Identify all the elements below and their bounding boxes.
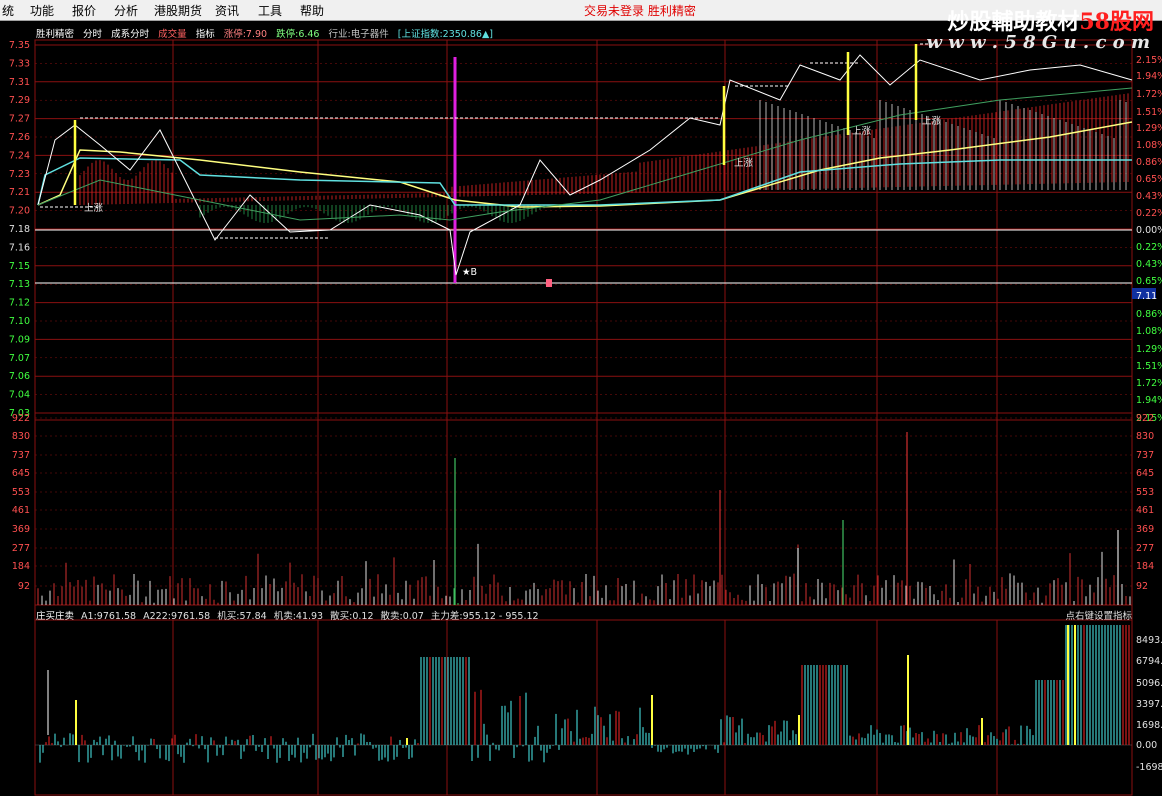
volume-axis-right-label: 92 (1136, 581, 1148, 592)
price-axis-right-label: 2.15% (1136, 55, 1162, 66)
limit-down: 跌停:6.46 (276, 29, 320, 40)
price-axis-label: 7.18 (9, 224, 30, 235)
price-axis-label: 7.12 (9, 298, 30, 309)
sub-indicator-info: 庄买庄卖 A1:9761.58 A222:9761.58 机买:57.84 机卖… (36, 608, 543, 622)
sub-axis-label: 1698.6 (1136, 720, 1162, 731)
price-axis-label: 7.24 (9, 150, 30, 161)
stock-name: 胜利精密 (36, 29, 75, 40)
volume-axis-right-label: 184 (1136, 561, 1154, 572)
price-axis-right-label: 0.22% (1136, 208, 1162, 219)
price-axis-right-label: 0.43% (1136, 191, 1162, 202)
price-axis-label: 7.27 (9, 114, 30, 125)
volume-axis-right-label: 830 (1136, 431, 1154, 442)
price-axis-label: 7.29 (9, 95, 30, 106)
price-axis-right-label: 1.08% (1136, 326, 1162, 337)
price-axis-label: 7.16 (9, 242, 30, 253)
price-axis-right-label: 0.86% (1136, 309, 1162, 320)
price-axis-right-label: 0.43% (1136, 259, 1162, 270)
price-axis-right-label: 1.29% (1136, 123, 1162, 134)
sub-axis-label: 5096.0 (1136, 678, 1162, 689)
volume-axis-right-label: 461 (1136, 505, 1154, 516)
price-axis-right-label: 1.08% (1136, 140, 1162, 151)
price-axis-right-label: 0.65% (1136, 276, 1162, 287)
volume-axis-label: 461 (12, 505, 30, 516)
volume-axis-label: 92 (18, 581, 30, 592)
volume-axis-label: 553 (12, 487, 30, 498)
chart-info-bar: 胜利精密 分时 成系分时 成交量 指标 涨停:7.90 跌停:6.46 行业:电… (36, 26, 499, 40)
signal-tag: 上涨 (84, 203, 104, 214)
volume-axis-label: 184 (12, 561, 30, 572)
retail-sell-value: 散卖:0.07 (380, 611, 424, 622)
sub-axis-label: 0.00 (1136, 740, 1157, 751)
watermark-url: w w w . 5 8 G u . c o m (926, 32, 1150, 53)
retail-buy-value: 散买:0.12 (330, 611, 374, 622)
sub-title[interactable]: 庄买庄卖 (36, 611, 74, 622)
set-indicator-hint[interactable]: 点右键设置指标 (1065, 608, 1132, 622)
price-axis-right-label: 1.29% (1136, 344, 1162, 355)
volume-axis-label: 369 (12, 524, 30, 535)
price-axis-label: 7.33 (9, 58, 30, 69)
signal-tag: 上涨 (734, 158, 754, 169)
price-axis-right-label: 0.22% (1136, 242, 1162, 253)
signal-tag: 上涨 (922, 116, 942, 127)
price-axis-label: 7.09 (9, 334, 30, 345)
index-label[interactable]: 指标 (196, 29, 215, 40)
volume-axis-label: 277 (12, 543, 30, 554)
volume-axis-right-label: 277 (1136, 543, 1154, 554)
volume-axis-label: 830 (12, 431, 30, 442)
volume-axis-right-label: 369 (1136, 524, 1154, 535)
price-axis-label: 7.35 (9, 40, 30, 51)
price-axis-right-label: 7.11 (1136, 291, 1157, 302)
price-axis-right-label: 1.72% (1136, 89, 1162, 100)
price-axis-label: 7.15 (9, 261, 30, 272)
price-axis-label: 7.31 (9, 77, 30, 88)
sub-axis-label: -1698.6 (1136, 762, 1162, 773)
price-axis-right-label: 0.86% (1136, 157, 1162, 168)
volume-axis-right-label: 645 (1136, 468, 1154, 479)
chart-frame (34, 39, 1133, 796)
price-axis-label: 7.20 (9, 206, 30, 217)
sub-axis-label: 3397.3 (1136, 699, 1162, 710)
limit-up: 涨停:7.90 (223, 29, 268, 40)
sell-marker (546, 279, 552, 287)
price-axis-right-label: 0.65% (1136, 174, 1162, 185)
price-axis-right-label: 1.94% (1136, 395, 1162, 406)
signal-tag: 上涨 (852, 126, 872, 137)
buy-marker: ★B (462, 267, 477, 278)
volume-axis-right-label: 922 (1136, 413, 1154, 424)
price-axis-label: 7.23 (9, 169, 30, 180)
volume-axis-right-label: 737 (1136, 450, 1154, 461)
price-axis-right-label: 0.00% (1136, 225, 1162, 236)
price-axis-right-label: 1.51% (1136, 361, 1162, 372)
industry: 行业:电子器件 (328, 29, 389, 40)
price-axis-right-label: 1.51% (1136, 107, 1162, 118)
price-axis-right-label: 1.72% (1136, 378, 1162, 389)
a222-value: A222:9761.58 (143, 611, 211, 622)
mode-label[interactable]: 分时 (83, 29, 102, 40)
price-axis-label: 7.21 (9, 187, 30, 198)
inst-buy-value: 机买:57.84 (217, 611, 267, 622)
volume-label[interactable]: 成交量 (158, 29, 187, 40)
index-quote: [上证指数:2350.86▲] (397, 29, 493, 40)
price-axis-label: 7.10 (9, 316, 30, 327)
volume-axis-label: 737 (12, 450, 30, 461)
volume-axis-label: 645 (12, 468, 30, 479)
sub-axis-label: 6794.6 (1136, 656, 1162, 667)
main-diff-value: 主力差:955.12 - 955.12 (430, 611, 539, 622)
intraday-chart[interactable]: 7.35 7.33 7.31 7.29 7.27 7.26 7.24 7.23 7.21 7.20… (0, 0, 1162, 796)
volume-axis-label: 922 (12, 413, 30, 424)
price-axis-label: 7.04 (9, 390, 30, 401)
a1-value: A1:9761.58 (81, 611, 137, 622)
price-axis-label: 7.13 (9, 279, 30, 290)
inst-sell-value: 机卖:41.93 (273, 611, 324, 622)
price-axis-right-label: 1.94% (1136, 71, 1162, 82)
price-axis-label: 7.06 (9, 371, 30, 382)
price-axis-label: 7.26 (9, 132, 30, 143)
volume-axis-right-label: 553 (1136, 487, 1154, 498)
price-axis-label: 7.07 (9, 353, 30, 364)
sub-axis-label: 8493.3 (1136, 635, 1162, 646)
indicator-label[interactable]: 成系分时 (111, 29, 149, 40)
